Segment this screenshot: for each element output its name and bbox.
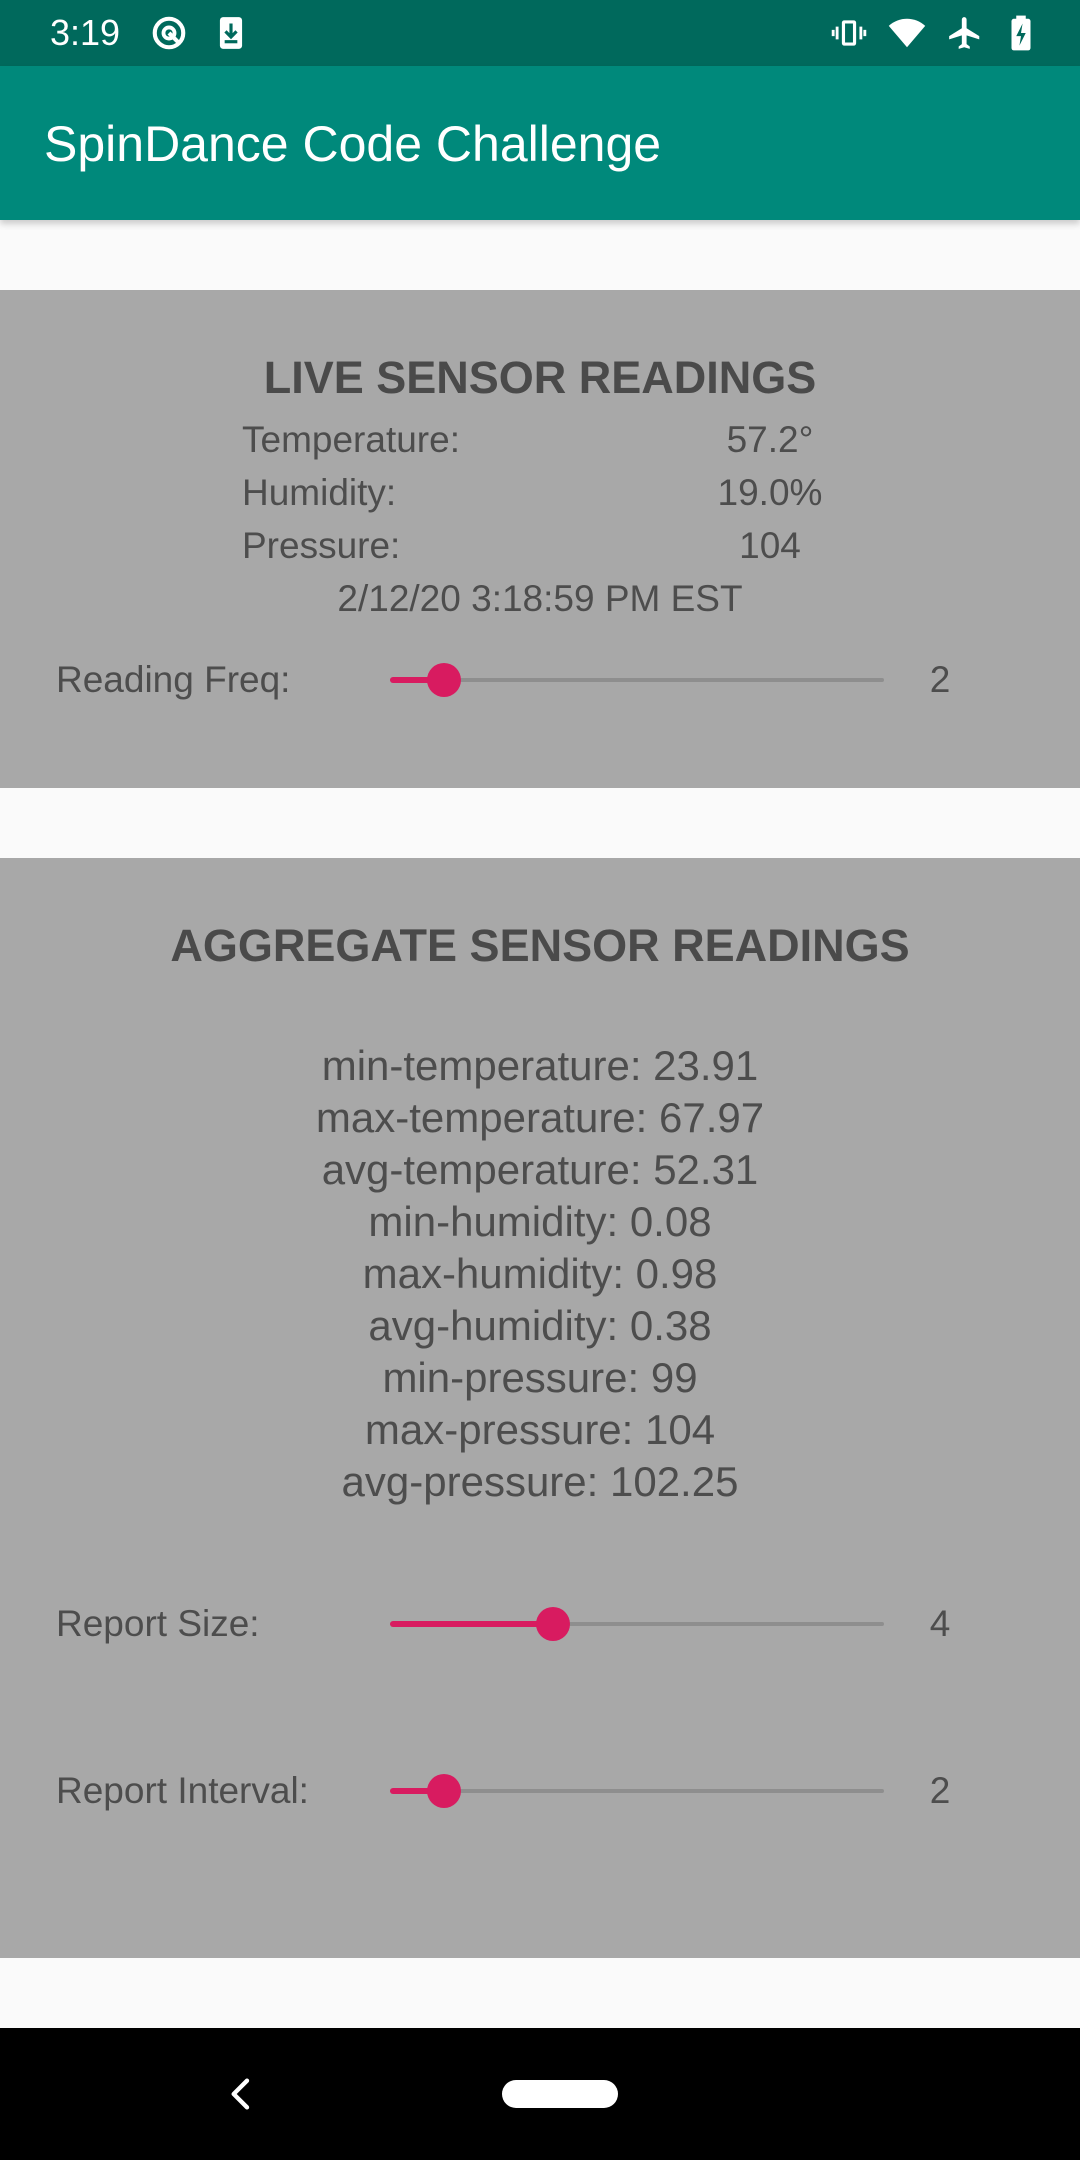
agg-avg-humidity: avg-humidity: 0.38 [368, 1302, 712, 1349]
vibrate-icon [830, 14, 868, 52]
report-interval-label: Report Interval: [56, 1770, 309, 1811]
agg-max-humidity: max-humidity: 0.98 [362, 1250, 718, 1297]
reading-freq-value: 2 [929, 659, 951, 700]
agg-min-pressure: min-pressure: 99 [382, 1354, 698, 1401]
battery-icon [1002, 14, 1040, 52]
report-interval-value: 2 [929, 1770, 951, 1811]
download-icon [212, 14, 250, 52]
reading-freq-label: Reading Freq: [56, 659, 291, 700]
status-time: 3:19 [50, 12, 121, 53]
airplane-icon [946, 14, 984, 52]
temperature-value: 57.2° [726, 419, 814, 460]
back-icon[interactable] [222, 2074, 262, 2114]
pressure-label: Pressure: [242, 525, 401, 566]
report-size-label: Report Size: [56, 1603, 260, 1644]
notification-at-icon [150, 14, 188, 52]
report-size-value: 4 [929, 1603, 951, 1644]
agg-min-humidity: min-humidity: 0.08 [368, 1198, 712, 1245]
slider-track [390, 1789, 884, 1793]
wifi-icon [888, 14, 926, 52]
reading-timestamp: 2/12/20 3:18:59 PM EST [337, 578, 743, 619]
live-readings-card: LIVE SENSOR READINGS Temperature: 57.2° … [0, 290, 1080, 788]
slider-thumb[interactable] [427, 1774, 462, 1808]
aggregate-readings-title: AGGREGATE SENSOR READINGS [170, 920, 910, 971]
reading-freq-slider[interactable] [390, 660, 884, 700]
agg-avg-pressure: avg-pressure: 102.25 [341, 1458, 739, 1505]
agg-max-temperature: max-temperature: 67.97 [315, 1094, 765, 1141]
slider-fill [390, 1621, 554, 1627]
report-size-slider[interactable] [390, 1604, 884, 1644]
agg-max-pressure: max-pressure: 104 [364, 1406, 716, 1453]
report-interval-slider[interactable] [390, 1771, 884, 1811]
live-readings-title: LIVE SENSOR READINGS [263, 352, 817, 403]
pressure-value: 104 [739, 525, 801, 566]
slider-thumb[interactable] [427, 663, 462, 697]
humidity-value: 19.0% [717, 472, 823, 513]
app-title: SpinDance Code Challenge [44, 116, 662, 172]
navigation-bar [0, 2028, 1080, 2160]
agg-min-temperature: min-temperature: 23.91 [321, 1042, 759, 1089]
slider-thumb[interactable] [536, 1607, 571, 1641]
home-pill-icon[interactable] [502, 2080, 618, 2108]
humidity-label: Humidity: [242, 472, 397, 513]
agg-avg-temperature: avg-temperature: 52.31 [321, 1146, 759, 1193]
slider-track [390, 678, 884, 682]
temperature-label: Temperature: [242, 419, 460, 460]
app-bar: SpinDance Code Challenge [0, 66, 1080, 220]
aggregate-readings-card: AGGREGATE SENSOR READINGS min-temperatur… [0, 858, 1080, 1958]
status-bar: 3:19 [0, 0, 1080, 66]
